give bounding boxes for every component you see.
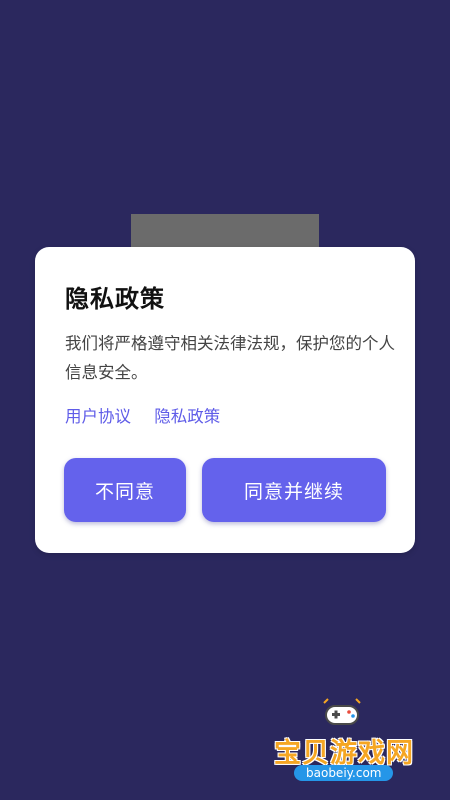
privacy-policy-dialog: 隐私政策 我们将严格遵守相关法律法规，保护您的个人信息安全。 用户协议 隐私政策…: [35, 247, 415, 553]
agree-continue-button[interactable]: 同意并继续: [202, 458, 386, 522]
gamepad-icon: [323, 698, 361, 725]
site-watermark: 宝贝游戏网 baobeiy.com: [272, 695, 442, 795]
watermark-site: baobeiy.com: [294, 765, 394, 781]
privacy-policy-link[interactable]: 隐私政策: [154, 407, 220, 426]
policy-links: 用户协议 隐私政策: [65, 403, 238, 427]
dialog-title: 隐私政策: [65, 285, 165, 313]
user-agreement-link[interactable]: 用户协议: [65, 407, 131, 426]
dialog-body-text: 我们将严格遵守相关法律法规，保护您的个人信息安全。: [65, 334, 395, 382]
disagree-button[interactable]: 不同意: [64, 458, 186, 522]
